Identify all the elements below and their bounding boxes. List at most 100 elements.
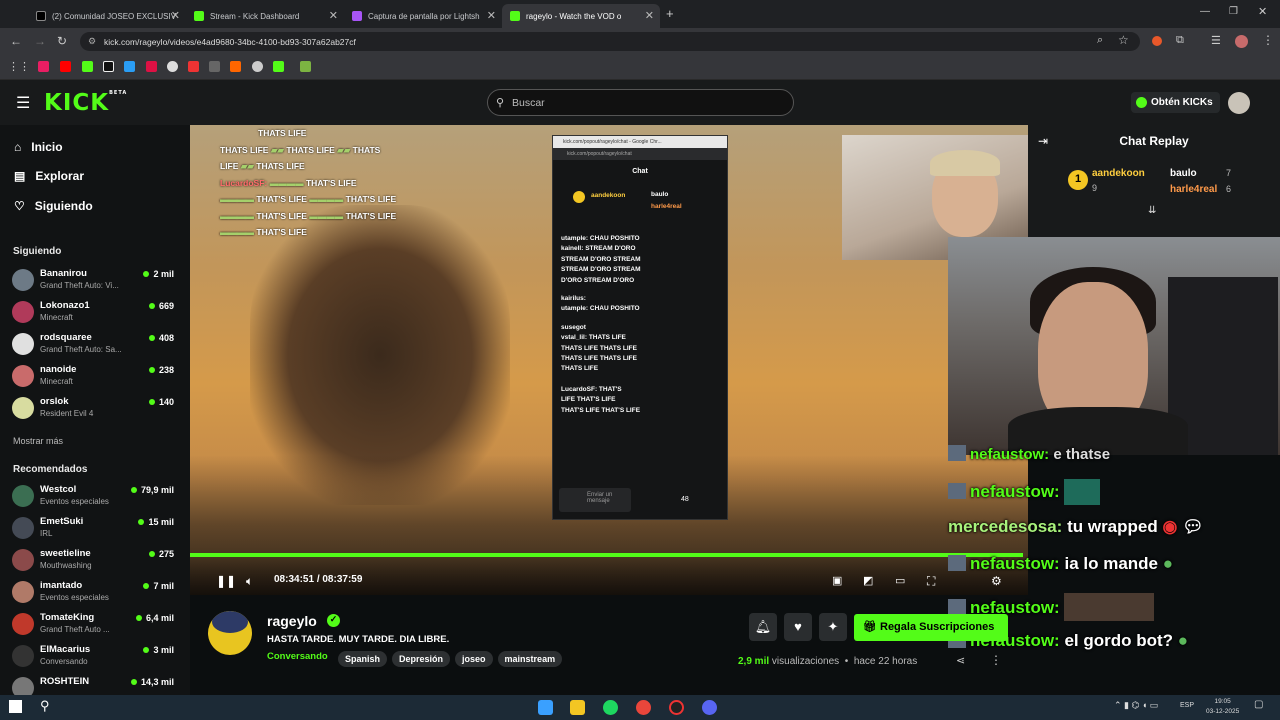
close-icon[interactable]: ✕ [645,9,654,22]
bookmark-icon[interactable] [146,61,157,72]
channel-list-item[interactable]: Lokonazo1 Minecraft 669 [12,297,178,327]
tray-icons[interactable]: ⌃ ▮ ⌬ ◖ ▭ [1114,700,1158,711]
obs-icon[interactable] [669,700,684,715]
channel-name[interactable]: rageylo [267,613,317,629]
pause-icon[interactable]: ❚❚ [216,574,236,588]
browser-tab-2[interactable]: Stream - Kick Dashboard ✕ [186,4,344,28]
gifter-name[interactable]: harle4real [1170,184,1217,195]
browser-tab-1[interactable]: (2) Comunidad JOSEO EXCLUSIV ✕ [28,4,186,28]
popup-chat-input[interactable]: Enviar un mensaje [559,488,631,512]
taskbar-search-icon[interactable]: ⚲ [40,698,50,714]
close-icon[interactable]: ✕ [171,9,180,22]
discord-icon[interactable] [702,700,717,715]
gift-subscriptions-button[interactable]: 🎁︎ Regala Suscripciones [854,614,1008,641]
clip-icon[interactable]: ▣ [832,574,842,587]
search-input[interactable]: ⚲ Buscar [487,89,794,116]
language-indicator[interactable]: ESP [1180,702,1194,709]
windows-start-icon[interactable] [9,700,22,713]
streamer-cap [930,150,1000,176]
category-link[interactable]: Conversando [267,651,328,662]
nav-home[interactable]: ⌂ Inicio [14,140,63,154]
minimize-button[interactable]: — [1200,6,1210,17]
channel-list-item[interactable]: EmetSuki IRL 15 mil [12,513,178,543]
share-icon[interactable]: ⋖ [956,654,965,667]
reading-list-icon[interactable]: ☰ [1211,34,1221,47]
channel-list-item[interactable]: Westcol Eventos especiales 79,9 mil [12,481,178,511]
zoom-icon[interactable]: ⌕ [1097,34,1103,47]
theater-icon[interactable]: ▭ [895,574,905,587]
spotify-icon[interactable] [603,700,618,715]
restore-button[interactable]: ❐ [1229,6,1238,17]
channel-list-item[interactable]: sweetieline Mouthwashing 275 [12,545,178,575]
hamburger-menu-icon[interactable]: ☰ [16,93,30,113]
site-info-icon[interactable]: ⚙ [88,36,96,47]
apps-icon[interactable]: ⋮⋮ [8,60,30,73]
channel-list-item[interactable]: TomateKing Grand Theft Auto ... 6,4 mil [12,609,178,639]
pip-icon[interactable]: ◩ [863,574,873,587]
channel-list-item[interactable]: nanoide Minecraft 238 [12,361,178,391]
popup-chat-title: Chat [632,168,648,175]
browser-tab-3[interactable]: Captura de pantalla por Lightsh ✕ [344,4,502,28]
avatar [12,301,34,323]
browser-tab-4[interactable]: rageylo - Watch the VOD o ✕ [502,4,660,28]
get-kicks-button[interactable]: Obtén KICKs [1131,92,1220,113]
settings-gear-icon[interactable]: ⚙ [991,574,1002,588]
menu-icon[interactable]: ⋮ [1262,33,1274,47]
forward-icon[interactable]: → [34,34,46,48]
bookmark-icon[interactable] [252,61,263,72]
follow-heart-button[interactable]: ♥ [784,613,812,641]
tag-chip[interactable]: joseo [455,651,493,667]
tag-chip[interactable]: mainstream [497,651,563,667]
channel-list-item[interactable]: imantado Eventos especiales 7 mil [12,577,178,607]
sparkle-button[interactable]: ✦ [819,613,847,641]
channel-list-item[interactable]: orslok Resident Evil 4 140 [12,393,178,423]
channel-list-item[interactable]: rodsquaree Grand Theft Auto: Sa... 408 [12,329,178,359]
bookmark-icon[interactable] [167,61,178,72]
fullscreen-icon[interactable]: ⛶ [927,574,935,589]
bookmark-icon[interactable] [188,61,199,72]
back-icon[interactable]: ← [10,34,22,48]
tiktok-icon[interactable] [103,61,114,72]
chrome-icon[interactable] [636,700,651,715]
url-field[interactable]: ⚙ kick.com/rageylo/videos/e4ad9680-34bc-… [80,32,1140,51]
show-more-link[interactable]: Mostrar más [13,436,63,446]
tag-chip[interactable]: Spanish [338,651,388,667]
store-icon[interactable] [538,700,553,715]
notification-bell-button[interactable]: 🔔︎ [749,613,777,641]
channel-list-item[interactable]: Bananirou Grand Theft Auto: Vi... 2 mil [12,265,178,295]
bookmark-icon[interactable] [124,61,135,72]
bookmark-icon[interactable] [38,61,49,72]
more-options-icon[interactable]: ⋮ [990,653,1002,667]
tag-chip[interactable]: Depresión [392,651,451,667]
bookmark-star-icon[interactable]: ☆ [1118,33,1129,47]
file-explorer-icon[interactable] [570,700,585,715]
bookmark-icon[interactable] [300,61,311,72]
extensions-icon[interactable]: ⧉ [1176,34,1184,47]
reload-icon[interactable]: ↻ [57,34,67,48]
gifter-name[interactable]: aandekoon [1092,168,1145,179]
nav-following[interactable]: ♡ Siguiendo [14,199,93,213]
user-avatar[interactable] [1228,92,1250,114]
window-close-button[interactable]: ✕ [1258,5,1267,18]
gifter-name[interactable]: baulo [1170,168,1197,179]
video-player[interactable]: THATS LIFE THATS LIFE ▰▰ THATS LIFE ▰▰ T… [190,125,1028,595]
close-icon[interactable]: ✕ [487,9,496,22]
youtube-icon[interactable] [60,61,71,72]
bookmark-icon[interactable] [230,61,241,72]
volume-icon[interactable]: 🔈︎ [246,574,253,589]
x-icon [36,11,46,21]
kick-icon[interactable] [273,61,284,72]
profile-avatar[interactable] [1235,35,1248,48]
expand-chevron-icon[interactable]: ⇊ [1148,205,1156,216]
nav-explore[interactable]: ▤ Explorar [14,169,84,183]
close-icon[interactable]: ✕ [329,9,338,22]
channel-list-item[interactable]: ElMacarius Conversando 3 mil [12,641,178,671]
bookmark-icon[interactable] [209,61,220,72]
notifications-icon[interactable]: ▢ [1254,699,1263,710]
clock[interactable]: 19:05 03-12-2025 [1206,697,1239,717]
new-tab-button[interactable]: + [666,6,674,21]
extension-icon[interactable] [1152,36,1162,46]
kick-icon[interactable] [82,61,93,72]
kick-logo[interactable]: KICKBETA [44,90,127,116]
channel-avatar[interactable] [208,611,252,655]
